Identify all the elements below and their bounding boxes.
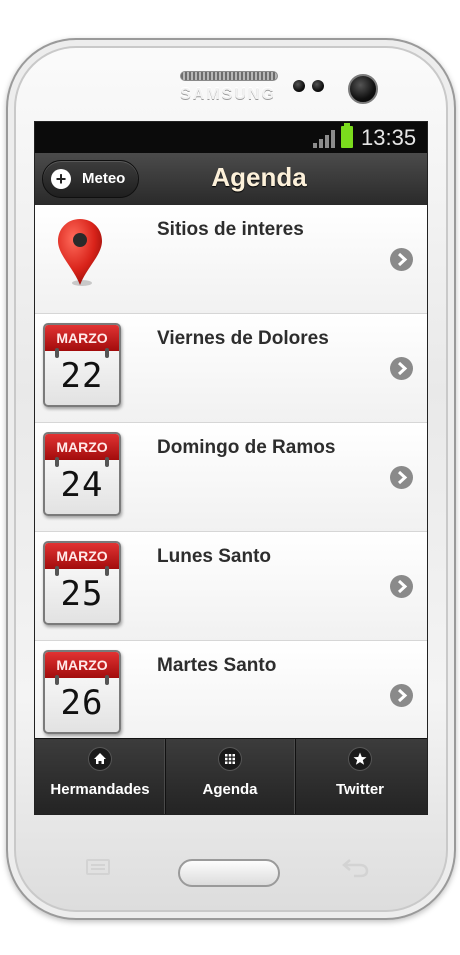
chevron-right-icon — [390, 248, 413, 271]
list-item-label: Lunes Santo — [157, 546, 272, 567]
menu-key-icon[interactable] — [86, 858, 110, 876]
list-item-label: Martes Santo — [157, 655, 277, 676]
list-item-label: Domingo de Ramos — [157, 437, 336, 458]
chevron-right-icon — [390, 466, 413, 489]
tab-twitter[interactable]: Twitter — [295, 739, 427, 814]
brand-logo: SAMSUNG — [180, 86, 276, 103]
tab-label: Hermandades — [50, 781, 150, 798]
map-pin-icon — [58, 219, 102, 286]
chevron-right-icon — [390, 684, 413, 707]
front-camera-icon — [348, 74, 378, 104]
app-screen: 13:35 + Meteo Agenda Sitios de interes M… — [34, 121, 428, 815]
home-button[interactable] — [178, 859, 280, 887]
page-title: Agenda — [211, 162, 307, 192]
bottom-tab-bar: Hermandades Agenda Twitter — [35, 738, 427, 814]
calendar-day: 26 — [60, 683, 104, 723]
list-item-label: Viernes de Dolores — [157, 328, 329, 349]
calendar-day: 24 — [60, 465, 104, 505]
signal-icon — [313, 130, 335, 148]
list-item[interactable]: MARZO 26 Martes Santo — [35, 641, 427, 750]
proximity-sensor — [293, 80, 305, 92]
tab-hermandades[interactable]: Hermandades — [35, 739, 166, 814]
battery-icon — [341, 123, 353, 148]
chevron-right-icon — [390, 357, 413, 380]
list-item[interactable]: Sitios de interes — [35, 205, 427, 314]
list-item[interactable]: MARZO 24 Domingo de Ramos — [35, 423, 427, 532]
back-key-icon[interactable] — [340, 856, 370, 878]
grid-icon — [219, 748, 241, 770]
chevron-right-icon — [390, 575, 413, 598]
agenda-list: Sitios de interes MARZO 22 Viernes de Do… — [35, 205, 427, 750]
calendar-icon: MARZO 24 — [43, 432, 121, 516]
calendar-icon: MARZO 25 — [43, 541, 121, 625]
status-time: 13:35 — [361, 125, 417, 150]
app-header: + Meteo Agenda — [35, 153, 427, 206]
list-item[interactable]: MARZO 22 Viernes de Dolores — [35, 314, 427, 423]
calendar-icon: MARZO 22 — [43, 323, 121, 407]
list-item[interactable]: MARZO 25 Lunes Santo — [35, 532, 427, 641]
calendar-day: 22 — [60, 356, 104, 396]
tab-agenda[interactable]: Agenda — [165, 739, 296, 814]
calendar-day: 25 — [60, 574, 104, 614]
tab-label: Agenda — [202, 781, 258, 798]
light-sensor — [312, 80, 324, 92]
home-icon — [89, 748, 111, 770]
tab-label: Twitter — [335, 781, 385, 798]
status-bar: 13:35 — [35, 122, 427, 153]
list-item-label: Sitios de interes — [157, 219, 304, 240]
earpiece-speaker — [180, 71, 278, 81]
calendar-icon: MARZO 26 — [43, 650, 121, 734]
star-icon — [349, 748, 371, 770]
